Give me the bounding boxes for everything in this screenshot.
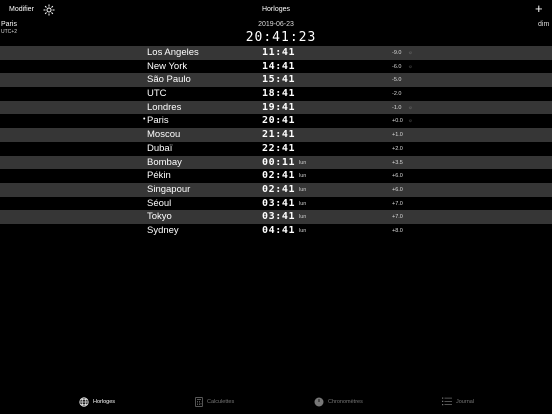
- city-time: 02:41: [262, 170, 296, 182]
- clock-row[interactable]: Bombay 00:11 lun +3.5: [0, 155, 552, 170]
- day-label: dim: [538, 21, 550, 28]
- clock-row[interactable]: Moscou 21:41 +1.0: [0, 128, 552, 142]
- utc-offset: +0.0: [392, 118, 403, 125]
- city-time: 19:41: [262, 101, 296, 113]
- city-name: Los Angeles: [147, 47, 199, 58]
- clock-row[interactable]: UTC 18:41 -2.0: [0, 87, 552, 101]
- current-city-marker: •: [143, 116, 146, 124]
- tab-horloges[interactable]: Horloges: [79, 397, 115, 407]
- day-suffix: lun: [299, 159, 307, 166]
- utc-offset: +8.0: [392, 227, 403, 234]
- list-icon: [442, 397, 452, 406]
- city-name: Séoul: [147, 197, 172, 209]
- clock-row[interactable]: Pékin 02:41 lun +6.0: [0, 169, 552, 183]
- utc-offset: +3.5: [392, 159, 403, 166]
- city-time: 04:41: [262, 224, 296, 236]
- add-button[interactable]: +: [535, 1, 543, 17]
- tab-journal[interactable]: Journal: [442, 397, 474, 406]
- dst-icon: ☼: [408, 118, 413, 125]
- city-time: 03:41: [262, 211, 296, 223]
- clock-row[interactable]: New York 14:41 -6.0 ☼: [0, 60, 552, 74]
- tab-bar: Horloges Calculettes Chronomètres Journa…: [0, 393, 552, 414]
- dst-icon: ☼: [408, 63, 413, 70]
- city-name: New York: [147, 60, 188, 72]
- clock-row[interactable]: Los Angeles 11:41 -9.0 ☼: [0, 46, 552, 60]
- clock-row[interactable]: Singapour 02:41 lun +6.0: [0, 182, 552, 197]
- day-suffix: lun: [299, 173, 307, 180]
- city-name: Dubaï: [147, 142, 173, 154]
- utc-offset: +2.0: [392, 145, 403, 152]
- page-title: Horloges: [261, 6, 290, 13]
- city-name: Paris: [147, 115, 169, 127]
- utc-offset: -6.0: [392, 63, 402, 70]
- utc-offset: +7.0: [392, 214, 403, 221]
- city-name: Pékin: [147, 170, 171, 182]
- utc-offset: -5.0: [392, 77, 402, 84]
- clock-row[interactable]: São Paulo 15:41 -5.0: [0, 73, 552, 88]
- city-name: São Paulo: [147, 74, 191, 86]
- city-time: 02:41: [262, 183, 296, 195]
- city-name: Bombay: [147, 156, 182, 168]
- current-date: 2019-06-23: [258, 21, 294, 28]
- clock-row[interactable]: • Paris 20:41 +0.0 ☼: [0, 114, 552, 128]
- calculator-icon: [195, 397, 203, 407]
- day-suffix: lun: [299, 227, 307, 234]
- tab-label: Journal: [456, 398, 475, 405]
- city-time: 21:41: [262, 129, 296, 141]
- clock-list: Los Angeles 11:41 -9.0 ☼ New York 14:41 -6.0 ☼ S…: [0, 46, 552, 238]
- clock-row[interactable]: Londres 19:41 -1.0 ☼: [0, 100, 552, 115]
- city-name: Londres: [147, 101, 182, 113]
- city-name: Moscou: [147, 129, 181, 141]
- clock-row[interactable]: Séoul 03:41 lun +7.0: [0, 197, 552, 211]
- dst-icon: ☼: [408, 50, 413, 56]
- stopwatch-icon: [314, 397, 324, 407]
- tab-label: Chronomètres: [328, 399, 363, 405]
- tab-calculettes[interactable]: Calculettes: [195, 397, 234, 407]
- utc-offset: +6.0: [392, 173, 403, 180]
- clock-row[interactable]: Tokyo 03:41 lun +7.0: [0, 210, 552, 224]
- city-name: Singapour: [147, 183, 191, 195]
- dst-icon: ☼: [408, 104, 413, 111]
- utc-offset: -1.0: [392, 104, 402, 111]
- city-name: UTC: [147, 88, 167, 100]
- city-time: 14:41: [262, 60, 296, 72]
- city-time: 00:11: [262, 156, 296, 168]
- city-time: 11:41: [262, 47, 296, 58]
- utc-offset: +7.0: [392, 200, 403, 207]
- navigation-bar: Modifier Horloges +: [0, 0, 552, 20]
- city-time: 22:41: [262, 142, 296, 154]
- tab-label: Calculettes: [207, 399, 235, 405]
- utc-offset: -9.0: [392, 50, 402, 56]
- day-suffix: lun: [299, 200, 307, 207]
- city-name: Tokyo: [147, 211, 172, 223]
- day-suffix: lun: [299, 186, 307, 193]
- clock-row[interactable]: Dubaï 22:41 +2.0: [0, 142, 552, 156]
- tab-chronometres[interactable]: Chronomètres: [314, 397, 363, 407]
- city-time: 18:41: [262, 88, 296, 100]
- utc-offset: +1.0: [392, 132, 403, 139]
- utc-offset: +6.0: [392, 186, 403, 193]
- globe-icon: [79, 397, 89, 407]
- clock-row[interactable]: Sydney 04:41 lun +8.0: [0, 224, 552, 238]
- utc-offset: -2.0: [392, 91, 402, 98]
- city-name: Sydney: [147, 224, 179, 236]
- city-time: 15:41: [262, 74, 296, 86]
- day-suffix: lun: [299, 214, 307, 221]
- current-time: 20:41:23: [245, 30, 317, 45]
- city-time: 03:41: [262, 197, 296, 209]
- tab-label: Horloges: [93, 399, 116, 405]
- city-time: 20:41: [262, 115, 296, 127]
